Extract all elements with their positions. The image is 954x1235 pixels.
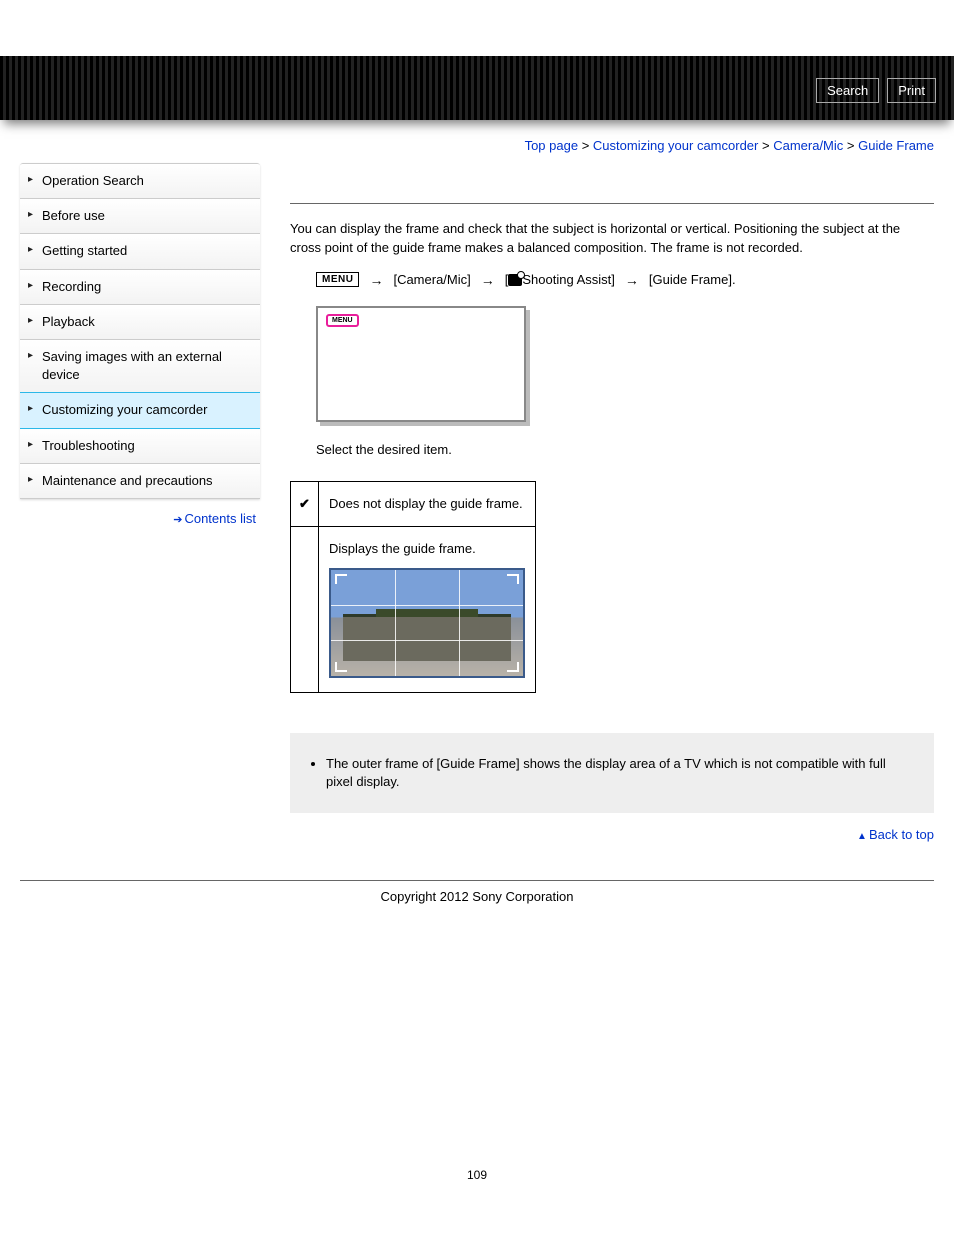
preview-screen: MENU bbox=[316, 306, 526, 422]
arrow-right-icon: ➔ bbox=[173, 514, 182, 526]
option-on-desc: Displays the guide frame. bbox=[329, 541, 525, 556]
intro-text: You can display the frame and check that… bbox=[290, 220, 934, 258]
page-number: 109 bbox=[0, 908, 954, 1212]
sidebar-item-saving-images[interactable]: Saving images with an external device bbox=[20, 340, 260, 393]
breadcrumb-link-customizing[interactable]: Customizing your camcorder bbox=[593, 138, 758, 153]
triangle-up-icon: ▲ bbox=[857, 831, 867, 842]
menu-path: MENU → [Camera/Mic] → [Shooting Assist] … bbox=[316, 272, 934, 288]
nav-list: Operation Search Before use Getting star… bbox=[20, 163, 260, 499]
arrow-right-icon: → bbox=[369, 272, 383, 288]
sidebar-item-troubleshooting[interactable]: Troubleshooting bbox=[20, 429, 260, 464]
sidebar-item-getting-started[interactable]: Getting started bbox=[20, 234, 260, 269]
main-content: You can display the frame and check that… bbox=[290, 163, 934, 850]
sidebar-item-customizing[interactable]: Customizing your camcorder bbox=[20, 392, 260, 428]
sidebar-item-playback[interactable]: Playback bbox=[20, 305, 260, 340]
note-text: The outer frame of [Guide Frame] shows t… bbox=[326, 755, 916, 791]
header-bar: Search Print bbox=[0, 56, 954, 120]
path-shooting-assist: [Shooting Assist] bbox=[505, 272, 615, 287]
breadcrumb: Top page > Customizing your camcorder > … bbox=[0, 120, 954, 163]
option-on-cell: Displays the guide frame. bbox=[319, 526, 536, 692]
select-instruction: Select the desired item. bbox=[316, 442, 934, 457]
path-guide-frame: [Guide Frame]. bbox=[649, 272, 736, 287]
title-rule bbox=[290, 203, 934, 204]
print-button[interactable]: Print bbox=[887, 78, 936, 103]
breadcrumb-current[interactable]: Guide Frame bbox=[858, 138, 934, 153]
breadcrumb-sep: > bbox=[847, 138, 855, 153]
table-row: Displays the guide frame. bbox=[291, 526, 536, 692]
preview-menu-highlight: MENU bbox=[326, 314, 359, 327]
option-off-desc: Does not display the guide frame. bbox=[319, 481, 536, 526]
sidebar-item-maintenance[interactable]: Maintenance and precautions bbox=[20, 464, 260, 499]
sidebar-item-recording[interactable]: Recording bbox=[20, 270, 260, 305]
copyright: Copyright 2012 Sony Corporation bbox=[0, 881, 954, 908]
menu-button-icon: MENU bbox=[316, 272, 359, 287]
breadcrumb-link-top[interactable]: Top page bbox=[525, 138, 579, 153]
table-row: ✔ Does not display the guide frame. bbox=[291, 481, 536, 526]
camcorder-icon bbox=[508, 274, 522, 286]
note-box: The outer frame of [Guide Frame] shows t… bbox=[290, 733, 934, 813]
sidebar-item-operation-search[interactable]: Operation Search bbox=[20, 164, 260, 199]
contents-list-link[interactable]: Contents list bbox=[184, 511, 256, 526]
options-table: ✔ Does not display the guide frame. Disp… bbox=[290, 481, 536, 693]
arrow-right-icon: → bbox=[481, 272, 495, 288]
breadcrumb-link-camera-mic[interactable]: Camera/Mic bbox=[773, 138, 843, 153]
arrow-right-icon: → bbox=[625, 272, 639, 288]
path-camera-mic: [Camera/Mic] bbox=[393, 272, 470, 287]
checkmark-icon: ✔ bbox=[291, 481, 319, 526]
sidebar-item-before-use[interactable]: Before use bbox=[20, 199, 260, 234]
back-to-top-link[interactable]: Back to top bbox=[869, 827, 934, 842]
sidebar: Operation Search Before use Getting star… bbox=[20, 163, 260, 850]
breadcrumb-sep: > bbox=[762, 138, 770, 153]
guide-frame-thumbnail bbox=[329, 568, 525, 678]
breadcrumb-sep: > bbox=[582, 138, 590, 153]
search-button[interactable]: Search bbox=[816, 78, 879, 103]
option-on-icon-cell bbox=[291, 526, 319, 692]
